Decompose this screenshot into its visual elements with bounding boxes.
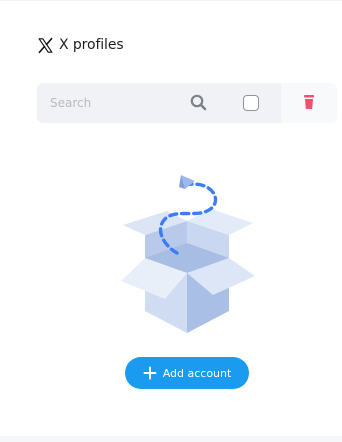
panel-header: X profiles: [37, 34, 124, 56]
empty-box-illustration: [121, 175, 255, 333]
bottom-divider: [0, 436, 342, 442]
delete-selected-button[interactable]: [281, 83, 337, 123]
page-title: X profiles: [59, 37, 124, 53]
add-account-button[interactable]: Add account: [125, 357, 249, 389]
add-account-label: Add account: [162, 366, 232, 380]
x-logo-icon: [38, 37, 53, 53]
plus-icon: [143, 366, 157, 380]
search-button[interactable]: [188, 92, 210, 114]
top-divider: [0, 0, 342, 1]
select-all-checkbox[interactable]: [243, 95, 259, 111]
search-icon: [190, 94, 207, 111]
profiles-toolbar: [37, 83, 337, 123]
trash-icon: [304, 95, 314, 109]
x-profiles-panel: X profiles Search Add account: [0, 0, 342, 442]
search-input[interactable]: [37, 83, 213, 123]
